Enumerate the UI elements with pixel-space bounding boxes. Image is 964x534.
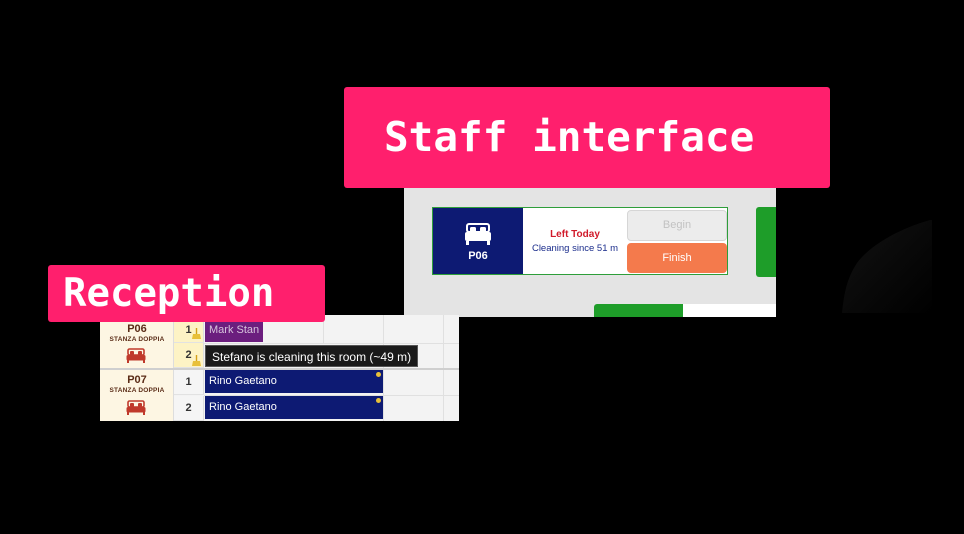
booking-guest-name: Mark Stan <box>209 324 260 336</box>
staff-panel: P06 Left Today Cleaning since 51 m Begin… <box>404 182 776 317</box>
grid-line <box>204 343 459 344</box>
room-code: P07 <box>127 374 147 386</box>
room-type: STANZA DOPPIA <box>109 336 165 343</box>
staff-room-badge: P06 <box>433 208 523 274</box>
booking-bar[interactable]: Rino Gaetano <box>205 370 383 393</box>
bed-number-label: 2 <box>185 402 192 414</box>
bed-icon <box>465 223 491 245</box>
booking-guest-name: Rino Gaetano <box>209 401 277 413</box>
bed-number: 1 <box>174 370 204 395</box>
staff-room-card[interactable]: P06 Left Today Cleaning since 51 m Begin… <box>432 207 728 275</box>
room-type: STANZA DOPPIA <box>109 387 165 394</box>
status-title: Left Today <box>550 229 600 240</box>
finish-button[interactable]: Finish <box>627 243 727 273</box>
bed-icon <box>126 348 146 363</box>
bed-number-label: 2 <box>185 349 192 361</box>
bed-icon <box>126 400 146 415</box>
progress-bar <box>594 304 776 317</box>
progress-bar-fill <box>594 304 684 317</box>
reception-label: Reception <box>48 265 325 322</box>
room-cell-p07[interactable]: P07 STANZA DOPPIA <box>100 370 174 421</box>
booking-bar[interactable]: Rino Gaetano <box>205 396 383 419</box>
booking-guest-name: Rino Gaetano <box>209 375 277 387</box>
broom-icon <box>192 328 201 339</box>
bed-number-label: 1 <box>185 376 192 388</box>
begin-button[interactable]: Begin <box>627 210 727 241</box>
room-code: P06 <box>127 323 147 335</box>
reception-calendar: P06 STANZA DOPPIA 1 Mark Stan 2 Stefano … <box>100 315 459 421</box>
staff-room-code: P06 <box>468 250 488 262</box>
booking-bar[interactable]: Mark Stan <box>205 319 263 342</box>
staff-room-status: Left Today Cleaning since 51 m <box>525 208 625 274</box>
decorative-shadow <box>842 220 932 313</box>
booking-status-dot <box>376 398 381 403</box>
next-room-card-edge[interactable] <box>756 207 776 277</box>
staff-interface-label: Staff interface <box>344 87 830 188</box>
bed-number: 2 <box>174 396 204 421</box>
booking-status-dot <box>376 372 381 377</box>
status-detail: Cleaning since 51 m <box>531 243 619 254</box>
cleaning-tooltip: Stefano is cleaning this room (~49 m) <box>205 345 419 367</box>
room-cell-p06[interactable]: P06 STANZA DOPPIA <box>100 315 174 368</box>
broom-icon <box>192 355 201 366</box>
bed-number-label: 1 <box>185 324 192 336</box>
